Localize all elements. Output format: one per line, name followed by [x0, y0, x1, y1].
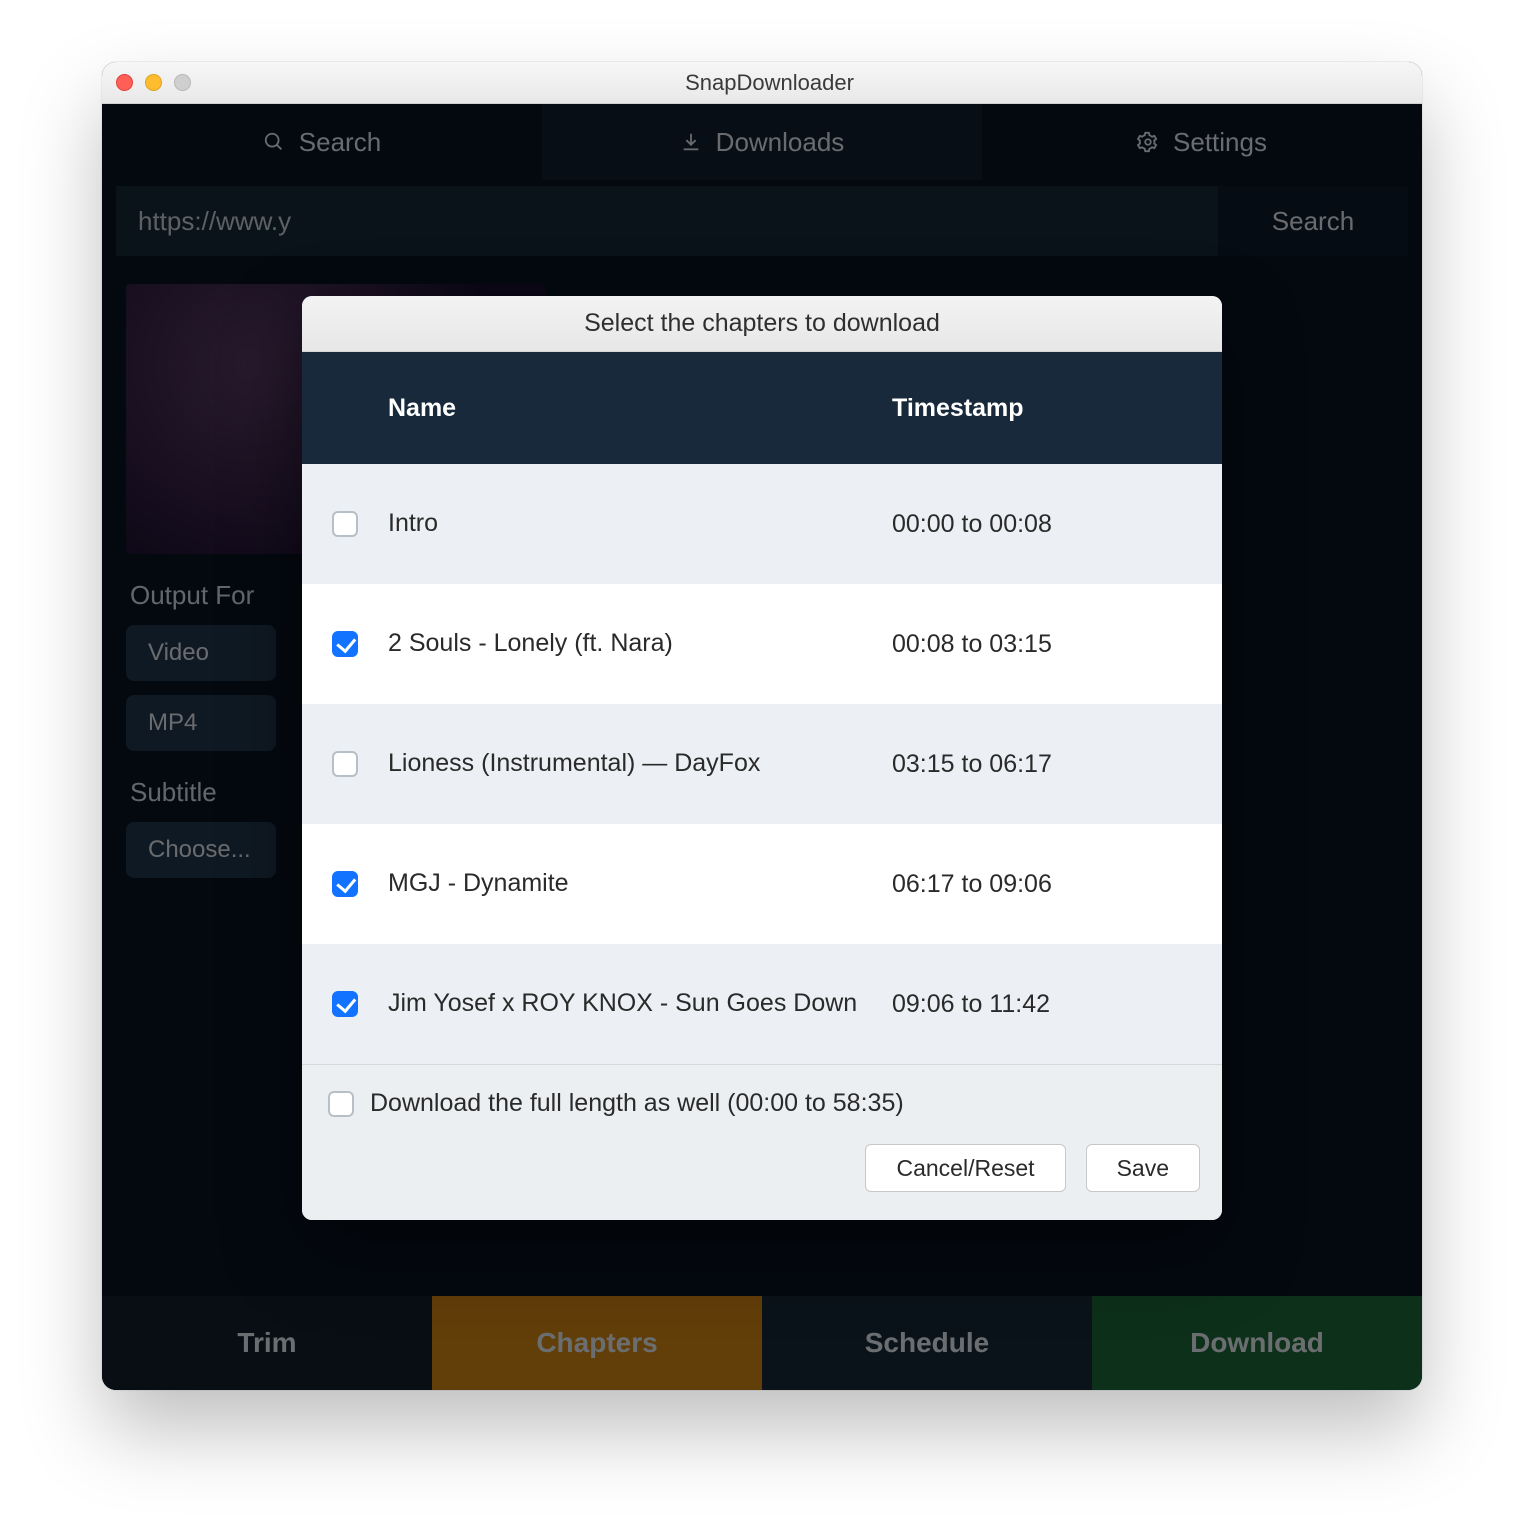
chapter-row[interactable]: 2 Souls - Lonely (ft. Nara)00:08 to 03:1…: [302, 584, 1222, 704]
titlebar: SnapDownloader: [102, 62, 1422, 104]
chapter-name: 2 Souls - Lonely (ft. Nara): [388, 627, 892, 661]
chapter-timestamp: 06:17 to 09:06: [892, 870, 1222, 899]
download-full-length-option[interactable]: Download the full length as well (00:00 …: [324, 1089, 1200, 1118]
save-button[interactable]: Save: [1086, 1144, 1200, 1192]
chapter-checkbox[interactable]: [332, 751, 358, 777]
column-name: Name: [388, 394, 892, 423]
app-window: SnapDownloader Search Downloads: [102, 62, 1422, 1390]
chapter-name: MGJ - Dynamite: [388, 867, 892, 901]
chapter-row[interactable]: Lioness (Instrumental) — DayFox03:15 to …: [302, 704, 1222, 824]
chapter-timestamp: 00:00 to 00:08: [892, 510, 1222, 539]
chapter-checkbox[interactable]: [332, 991, 358, 1017]
modal-footer: Download the full length as well (00:00 …: [302, 1064, 1222, 1220]
chapter-checkbox[interactable]: [332, 871, 358, 897]
chapter-row[interactable]: Intro00:00 to 00:08: [302, 464, 1222, 584]
download-full-length-label: Download the full length as well (00:00 …: [370, 1089, 904, 1118]
chapters-modal: Select the chapters to download Name Tim…: [302, 296, 1222, 1220]
chapter-name: Lioness (Instrumental) — DayFox: [388, 747, 892, 781]
chapters-table-header: Name Timestamp: [302, 352, 1222, 464]
chapters-table-body: Intro00:00 to 00:082 Souls - Lonely (ft.…: [302, 464, 1222, 1064]
window-title: SnapDownloader: [131, 70, 1408, 96]
chapter-name: Jim Yosef x ROY KNOX - Sun Goes Down: [388, 987, 892, 1021]
chapter-checkbox[interactable]: [332, 511, 358, 537]
chapter-timestamp: 03:15 to 06:17: [892, 750, 1222, 779]
chapter-timestamp: 00:08 to 03:15: [892, 630, 1222, 659]
cancel-reset-button[interactable]: Cancel/Reset: [865, 1144, 1065, 1192]
chapter-name: Intro: [388, 507, 892, 541]
download-full-length-checkbox[interactable]: [328, 1091, 354, 1117]
chapter-row[interactable]: MGJ - Dynamite06:17 to 09:06: [302, 824, 1222, 944]
chapter-checkbox[interactable]: [332, 631, 358, 657]
chapter-row[interactable]: Jim Yosef x ROY KNOX - Sun Goes Down09:0…: [302, 944, 1222, 1064]
chapter-timestamp: 09:06 to 11:42: [892, 990, 1222, 1019]
modal-title: Select the chapters to download: [302, 296, 1222, 352]
column-timestamp: Timestamp: [892, 394, 1222, 423]
app-body: Search Downloads Settings: [102, 104, 1422, 1390]
